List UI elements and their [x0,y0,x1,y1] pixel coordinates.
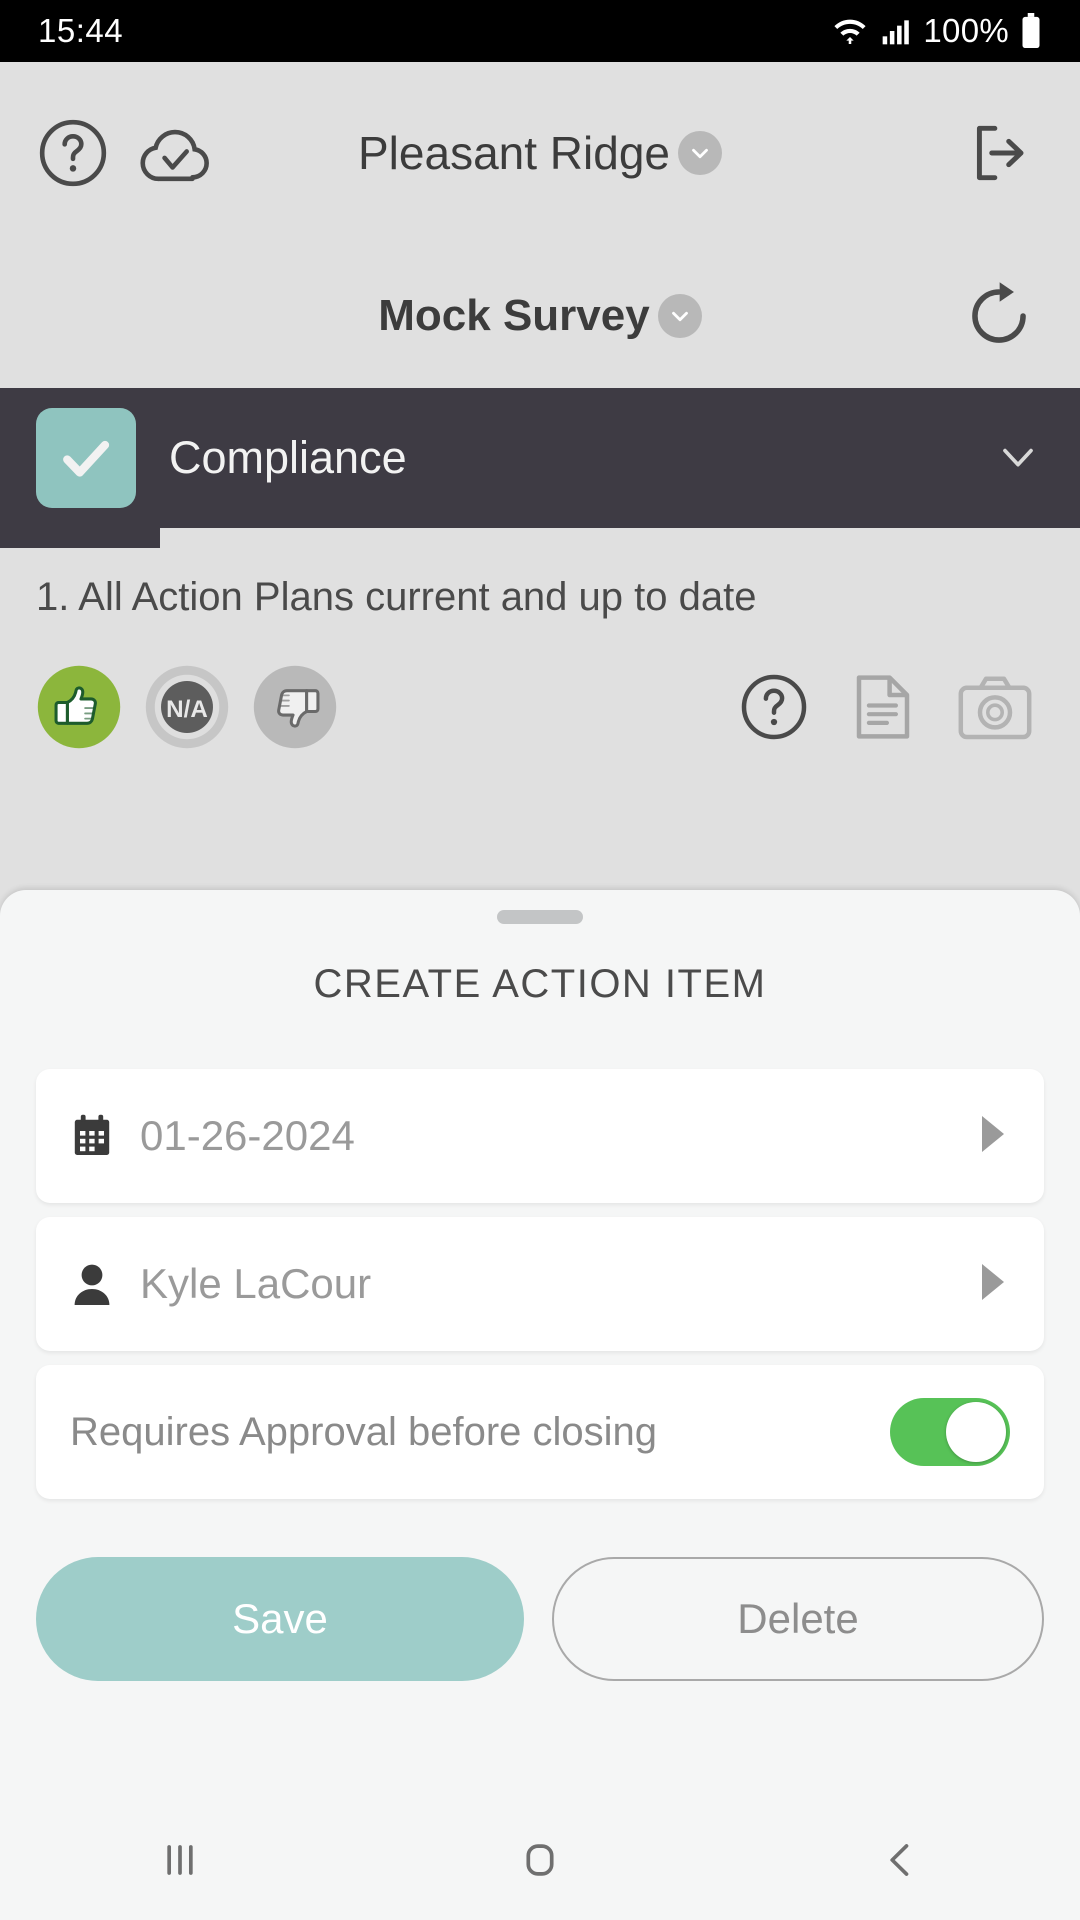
camera-icon[interactable] [956,671,1034,743]
person-icon [70,1261,114,1307]
refresh-icon[interactable] [960,277,1038,355]
header-left-icons [0,116,218,190]
svg-text:N/A: N/A [166,696,208,723]
assignee-value: Kyle LaCour [140,1260,372,1307]
section-checkbox[interactable] [36,408,136,508]
thumbs-up-icon[interactable] [36,664,122,750]
create-action-item-sheet: CREATE ACTION ITEM 01-26-2024 Kyle LaCou… [0,890,1080,1920]
drag-handle[interactable] [497,910,583,924]
question-text: 1. All Action Plans current and up to da… [36,575,757,619]
rating-group: N/A [36,664,338,750]
back-icon[interactable] [820,1800,980,1920]
logout-icon[interactable] [964,116,1038,190]
due-date-field[interactable]: 01-26-2024 [36,1069,1044,1203]
due-date-value: 01-26-2024 [140,1112,355,1159]
wifi-icon [834,19,866,45]
cloud-check-icon[interactable] [132,116,218,190]
note-icon[interactable] [850,671,916,743]
battery-percent: 100% [923,12,1009,49]
refresh-button[interactable] [960,244,1038,388]
question-block: 1. All Action Plans current and up to da… [0,528,1080,776]
calendar-icon [70,1113,114,1159]
section-expand-button[interactable] [992,430,1044,487]
status-bar: 15:44 100% [0,0,1080,62]
chevron-down-icon [1003,448,1033,467]
delete-button[interactable]: Delete [552,1557,1044,1681]
phone-screen: 15:44 100% Pleasant Ridge Mock Survey Co… [0,0,1080,1920]
question-tools [738,671,1044,743]
android-nav-bar [0,1800,1080,1920]
na-icon[interactable]: N/A [144,664,230,750]
section-title: Compliance [169,432,407,483]
section-header-compliance[interactable]: Compliance [0,388,1080,548]
header-row-primary: Pleasant Ridge [0,62,1080,244]
save-button[interactable]: Save [36,1557,524,1681]
help-circle-icon[interactable] [36,116,110,190]
status-time: 15:44 [38,12,124,49]
sheet-buttons: Save Delete [36,1557,1044,1681]
requires-approval-toggle[interactable] [890,1398,1010,1466]
thumbs-down-icon[interactable] [252,664,338,750]
cellular-signal-icon [883,20,910,45]
battery-icon [1022,13,1040,49]
help-circle-icon[interactable] [738,671,810,743]
toggle-knob [946,1402,1006,1462]
requires-approval-label: Requires Approval before closing [70,1409,658,1454]
sheet-title: CREATE ACTION ITEM [313,962,767,1006]
chevron-down-icon[interactable] [677,131,722,175]
survey-selector[interactable]: Mock Survey [0,244,1080,388]
site-name: Pleasant Ridge [358,127,670,179]
section-tab-indicator [0,526,160,548]
app-header: Pleasant Ridge Mock Survey [0,62,1080,388]
survey-name: Mock Survey [378,291,650,340]
chevron-down-icon[interactable] [657,294,702,338]
arrow-right-icon[interactable] [976,1113,1010,1160]
header-row-secondary: Mock Survey [0,244,1080,388]
recents-icon[interactable] [100,1800,260,1920]
status-indicators: 100% [831,12,1042,50]
question-actions: N/A [36,664,1044,750]
home-icon[interactable] [460,1800,620,1920]
check-icon [63,440,110,477]
assignee-field[interactable]: Kyle LaCour [36,1217,1044,1351]
arrow-right-icon[interactable] [976,1261,1010,1308]
requires-approval-row[interactable]: Requires Approval before closing [36,1365,1044,1499]
logout-button[interactable] [964,62,1038,244]
